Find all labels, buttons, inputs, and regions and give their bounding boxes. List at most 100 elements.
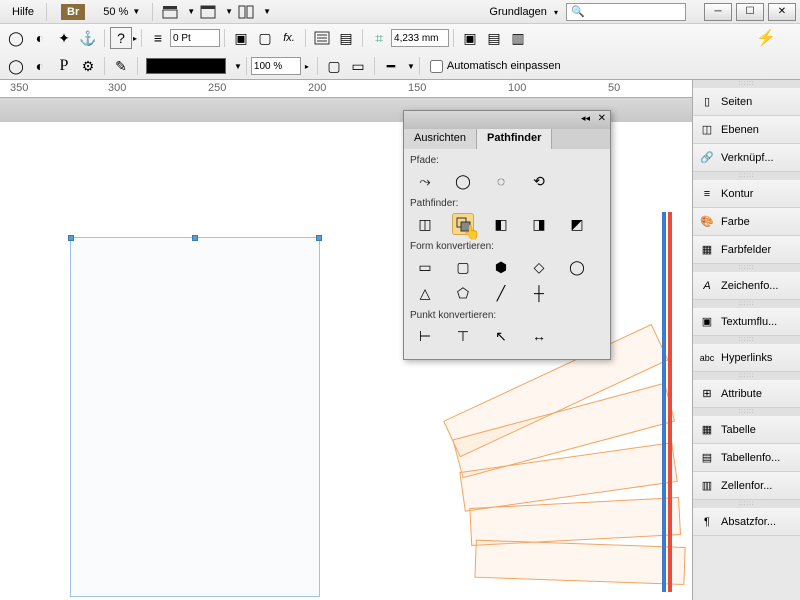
eyedropper-icon[interactable]: ✎ (110, 55, 132, 77)
panel-ebenen[interactable]: ◫Ebenen (693, 116, 800, 144)
paragraph-icon[interactable] (311, 27, 333, 49)
measure-input[interactable] (391, 29, 449, 47)
tool-icon[interactable]: ◐ (29, 27, 51, 49)
join-path-icon[interactable]: ⤳ (414, 170, 436, 192)
tool-icon[interactable]: ⚙ (77, 55, 99, 77)
view-mode-icon[interactable] (159, 1, 181, 23)
search-input[interactable]: 🔍 (566, 3, 686, 21)
fit-icon[interactable]: ▤ (483, 27, 505, 49)
line-shape-icon[interactable]: ╱ (490, 282, 512, 304)
inverse-rounded-icon[interactable]: ◇ (528, 256, 550, 278)
panel-tabellenformat[interactable]: ▤Tabellenfo... (693, 444, 800, 472)
panel-verknuepfungen[interactable]: 🔗Verknüpf... (693, 144, 800, 172)
type-tool-icon[interactable]: P (53, 55, 75, 77)
line-icon[interactable]: ━ (380, 55, 402, 77)
minus-back-pathfinder-icon[interactable]: ◩ (566, 213, 588, 235)
polygon-shape-icon[interactable]: ⬠ (452, 282, 474, 304)
panel-absatzformat[interactable]: ¶Absatzfor... (693, 508, 800, 536)
container-icon[interactable]: ▣ (230, 27, 252, 49)
exclude-pathfinder-icon[interactable]: ◨ (528, 213, 550, 235)
panel-seiten[interactable]: ▯Seiten (693, 88, 800, 116)
object-icon[interactable]: ▭ (347, 55, 369, 77)
resize-handle[interactable] (316, 235, 322, 241)
maximize-button[interactable]: ☐ (736, 3, 764, 21)
chevron-right-icon[interactable]: ▸ (133, 34, 137, 43)
corner-point-icon[interactable]: ⊤ (452, 325, 474, 347)
close-icon[interactable]: ✕ (598, 113, 606, 124)
reverse-path-icon[interactable]: ⟲ (528, 170, 550, 192)
panel-grip[interactable] (693, 172, 800, 180)
text-frame-icon[interactable]: ▤ (335, 27, 357, 49)
resize-handle[interactable] (68, 235, 74, 241)
close-path-icon[interactable]: ◌ (490, 170, 512, 192)
panel-kontur[interactable]: ≡Kontur (693, 180, 800, 208)
panel-grip[interactable] (693, 300, 800, 308)
subtract-pathfinder-icon[interactable]: 👆 (452, 213, 474, 235)
tool-icon[interactable]: ◐ (29, 55, 51, 77)
crop-icon[interactable]: ⌗ (368, 27, 390, 49)
close-button[interactable]: ✕ (768, 3, 796, 21)
resize-handle[interactable] (192, 235, 198, 241)
chevron-down-icon[interactable]: ▼ (187, 7, 195, 16)
help-tool-icon[interactable]: ? (110, 27, 132, 49)
fill-color-swatch[interactable] (146, 58, 226, 74)
chevron-down-icon[interactable]: ▼ (263, 7, 271, 16)
screen-mode-icon[interactable] (197, 1, 219, 23)
fx-text[interactable]: fx. (278, 27, 300, 49)
panel-textumfluss[interactable]: ▣Textumflu... (693, 308, 800, 336)
zoom-dropdown[interactable]: 50 % ▼ (103, 6, 140, 18)
chevron-down-icon[interactable]: ▼ (407, 62, 415, 71)
opacity-input[interactable] (251, 57, 301, 75)
panel-zellenformat[interactable]: ▥Zellenfor... (693, 472, 800, 500)
panel-tabelle[interactable]: ▦Tabelle (693, 416, 800, 444)
fit-icon[interactable]: ▣ (459, 27, 481, 49)
panel-attribute[interactable]: ⊞Attribute (693, 380, 800, 408)
shape-wedge[interactable] (474, 540, 685, 585)
plain-point-icon[interactable]: ⊢ (414, 325, 436, 347)
panel-hyperlinks[interactable]: abcHyperlinks (693, 344, 800, 372)
tool-icon[interactable]: ◯ (5, 55, 27, 77)
open-path-icon[interactable]: ◯ (452, 170, 474, 192)
autofit-checkbox[interactable]: Automatisch einpassen (430, 60, 561, 73)
workspace-dropdown[interactable]: Grundlagen ▾ (489, 6, 558, 18)
smooth-point-icon[interactable]: ↖ (490, 325, 512, 347)
help-menu[interactable]: Hilfe (4, 6, 42, 18)
panel-grip[interactable] (693, 264, 800, 272)
panel-grip[interactable] (693, 500, 800, 508)
panel-header[interactable]: ◂◂ ✕ (404, 111, 610, 129)
selected-frame[interactable] (70, 237, 320, 597)
panel-zeichenformat[interactable]: AZeichenfo... (693, 272, 800, 300)
chevron-right-icon[interactable]: ▸ (305, 62, 309, 71)
bridge-badge[interactable]: Br (61, 4, 85, 20)
collapse-icon[interactable]: ◂◂ (581, 113, 590, 124)
tool-icon[interactable]: ◯ (5, 27, 27, 49)
chevron-down-icon[interactable]: ▼ (225, 7, 233, 16)
arrange-icon[interactable] (235, 1, 257, 23)
panel-grip[interactable] (693, 408, 800, 416)
lightning-icon[interactable]: ⚡ (756, 28, 776, 48)
tab-pathfinder[interactable]: Pathfinder (477, 129, 552, 149)
fit-icon[interactable]: ▥ (507, 27, 529, 49)
minimize-button[interactable]: ─ (704, 3, 732, 21)
orthogonal-line-icon[interactable]: ┼ (528, 282, 550, 304)
beveled-rect-icon[interactable]: ⬢ (490, 256, 512, 278)
panel-grip[interactable] (693, 372, 800, 380)
tab-ausrichten[interactable]: Ausrichten (404, 129, 477, 149)
chevron-down-icon[interactable]: ▼ (234, 62, 242, 71)
object-icon[interactable]: ▢ (323, 55, 345, 77)
panel-farbfelder[interactable]: ▦Farbfelder (693, 236, 800, 264)
add-pathfinder-icon[interactable]: ◫ (414, 213, 436, 235)
tool-icon[interactable]: ✦ (53, 27, 75, 49)
panel-farbe[interactable]: 🎨Farbe (693, 208, 800, 236)
rect-shape-icon[interactable]: ▭ (414, 256, 436, 278)
panel-grip[interactable] (693, 336, 800, 344)
panel-grip[interactable] (693, 80, 800, 88)
frame-icon[interactable]: ▢ (254, 27, 276, 49)
stroke-weight-input[interactable] (170, 29, 220, 47)
triangle-shape-icon[interactable]: △ (414, 282, 436, 304)
ellipse-shape-icon[interactable]: ◯ (566, 256, 588, 278)
symmetrical-point-icon[interactable]: ↔ (528, 325, 550, 347)
intersect-pathfinder-icon[interactable]: ◧ (490, 213, 512, 235)
rounded-rect-icon[interactable]: ▢ (452, 256, 474, 278)
tool-icon[interactable]: ⚓ (77, 27, 99, 49)
